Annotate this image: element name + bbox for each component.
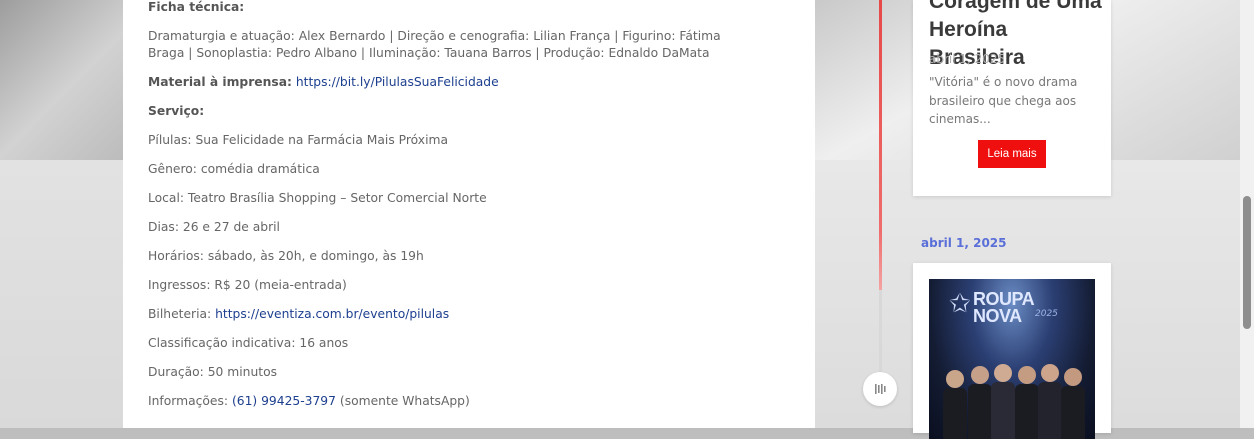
background-left-bottom [0, 160, 123, 428]
info-label: Informações: [148, 394, 229, 408]
service-genre: Gênero: comédia dramática [148, 162, 320, 176]
poster-year: 2025 [1035, 309, 1058, 319]
service-title: Pílulas: Sua Felicidade na Farmácia Mais… [148, 133, 448, 147]
service-location: Local: Teatro Brasília Shopping – Setor … [148, 191, 487, 205]
timeline-date: abril 1, 2025 [921, 236, 1007, 250]
post-date: abril 1, 2025 [929, 52, 1006, 66]
info-suffix: (somente WhatsApp) [339, 394, 470, 408]
poster-brand: ROUPA NOVA [973, 289, 1035, 326]
timeline-line [879, 0, 882, 290]
read-more-button[interactable]: Leia mais [978, 140, 1046, 168]
ficha-heading: Ficha técnica: [148, 0, 245, 14]
related-post-card-2: ✩ ROUPA NOVA 2025 [913, 263, 1111, 439]
band-photo [943, 364, 1085, 439]
ficha-text: Dramaturgia e atuação: Alex Bernardo | D… [148, 29, 721, 60]
material-line: Material à imprensa: https://bit.ly/Pilu… [148, 75, 499, 89]
material-link[interactable]: https://bit.ly/PilulasSuaFelicidade [296, 75, 499, 89]
phone-link[interactable]: (61) 99425-3797 [232, 394, 336, 408]
star-icon: ✩ [949, 289, 971, 319]
related-post-card: Coragem de Uma Heroína Brasileira abril … [913, 0, 1111, 196]
service-rating: Classificação indicativa: 16 anos [148, 336, 349, 350]
service-duration: Duração: 50 minutos [148, 365, 278, 379]
servico-heading: Serviço: [148, 104, 205, 118]
service-tickets: Ingressos: R$ 20 (meia-entrada) [148, 278, 347, 292]
media-icon [863, 372, 897, 406]
article-body: Ficha técnica: Dramaturgia e atuação: Al… [123, 0, 815, 428]
service-hours: Horários: sábado, às 20h, e domingo, às … [148, 249, 424, 263]
info-line: Informações: (61) 99425-3797 (somente Wh… [148, 394, 470, 408]
bilheteria-line: Bilheteria: https://eventiza.com.br/even… [148, 307, 449, 321]
material-label: Material à imprensa: [148, 75, 292, 89]
bilheteria-label: Bilheteria: [148, 307, 212, 321]
service-days: Dias: 26 e 27 de abril [148, 220, 280, 234]
post-excerpt: "Vitória" é o novo drama brasileiro que … [929, 75, 1078, 126]
scrollbar-thumb[interactable] [1243, 196, 1251, 329]
bilheteria-link[interactable]: https://eventiza.com.br/evento/pilulas [215, 307, 449, 321]
background-left [0, 0, 123, 160]
timeline-line-lower [879, 290, 882, 380]
post-image[interactable]: ✩ ROUPA NOVA 2025 [929, 279, 1095, 439]
